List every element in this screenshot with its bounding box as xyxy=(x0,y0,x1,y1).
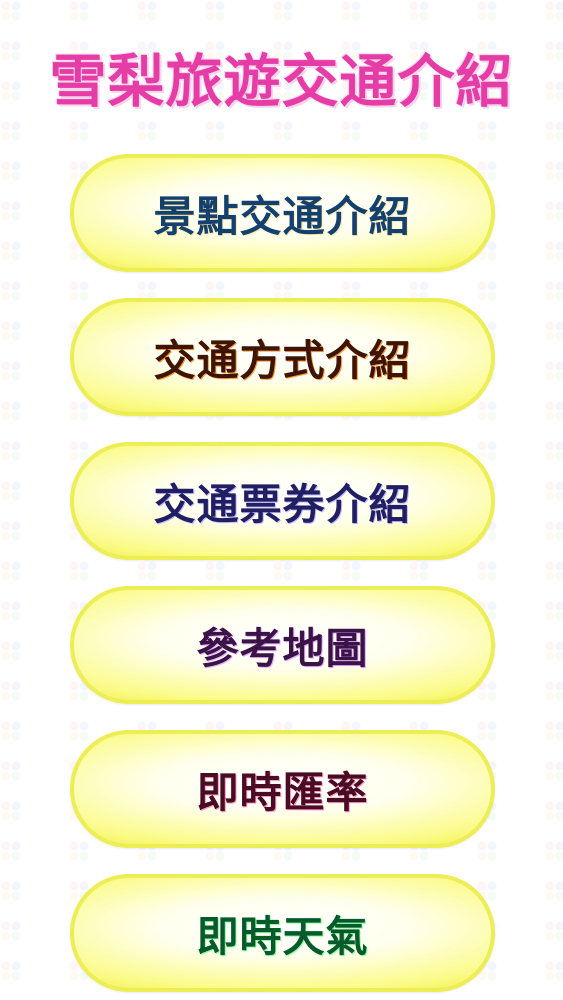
weather-button[interactable]: 即時天氣 xyxy=(70,874,495,992)
page-title: 雪梨旅遊交通介紹 xyxy=(49,49,514,115)
reference-map-button[interactable]: 參考地圖 xyxy=(70,586,495,704)
attraction-transport-button[interactable]: 景點交通介紹 xyxy=(70,154,495,272)
menu-button-label: 交通方式介紹 xyxy=(153,335,412,385)
transport-methods-button[interactable]: 交通方式介紹 xyxy=(70,298,495,416)
exchange-rate-button[interactable]: 即時匯率 xyxy=(70,730,495,848)
main-menu: 景點交通介紹 交通方式介紹 交通票券介紹 參考地圖 即時匯率 即時天氣 xyxy=(70,154,495,992)
transport-tickets-button[interactable]: 交通票券介紹 xyxy=(70,442,495,560)
menu-button-label: 景點交通介紹 xyxy=(153,191,412,241)
menu-button-label: 即時匯率 xyxy=(196,767,369,817)
menu-button-label: 交通票券介紹 xyxy=(153,479,412,529)
menu-button-label: 即時天氣 xyxy=(196,911,369,961)
menu-button-label: 參考地圖 xyxy=(196,623,369,673)
